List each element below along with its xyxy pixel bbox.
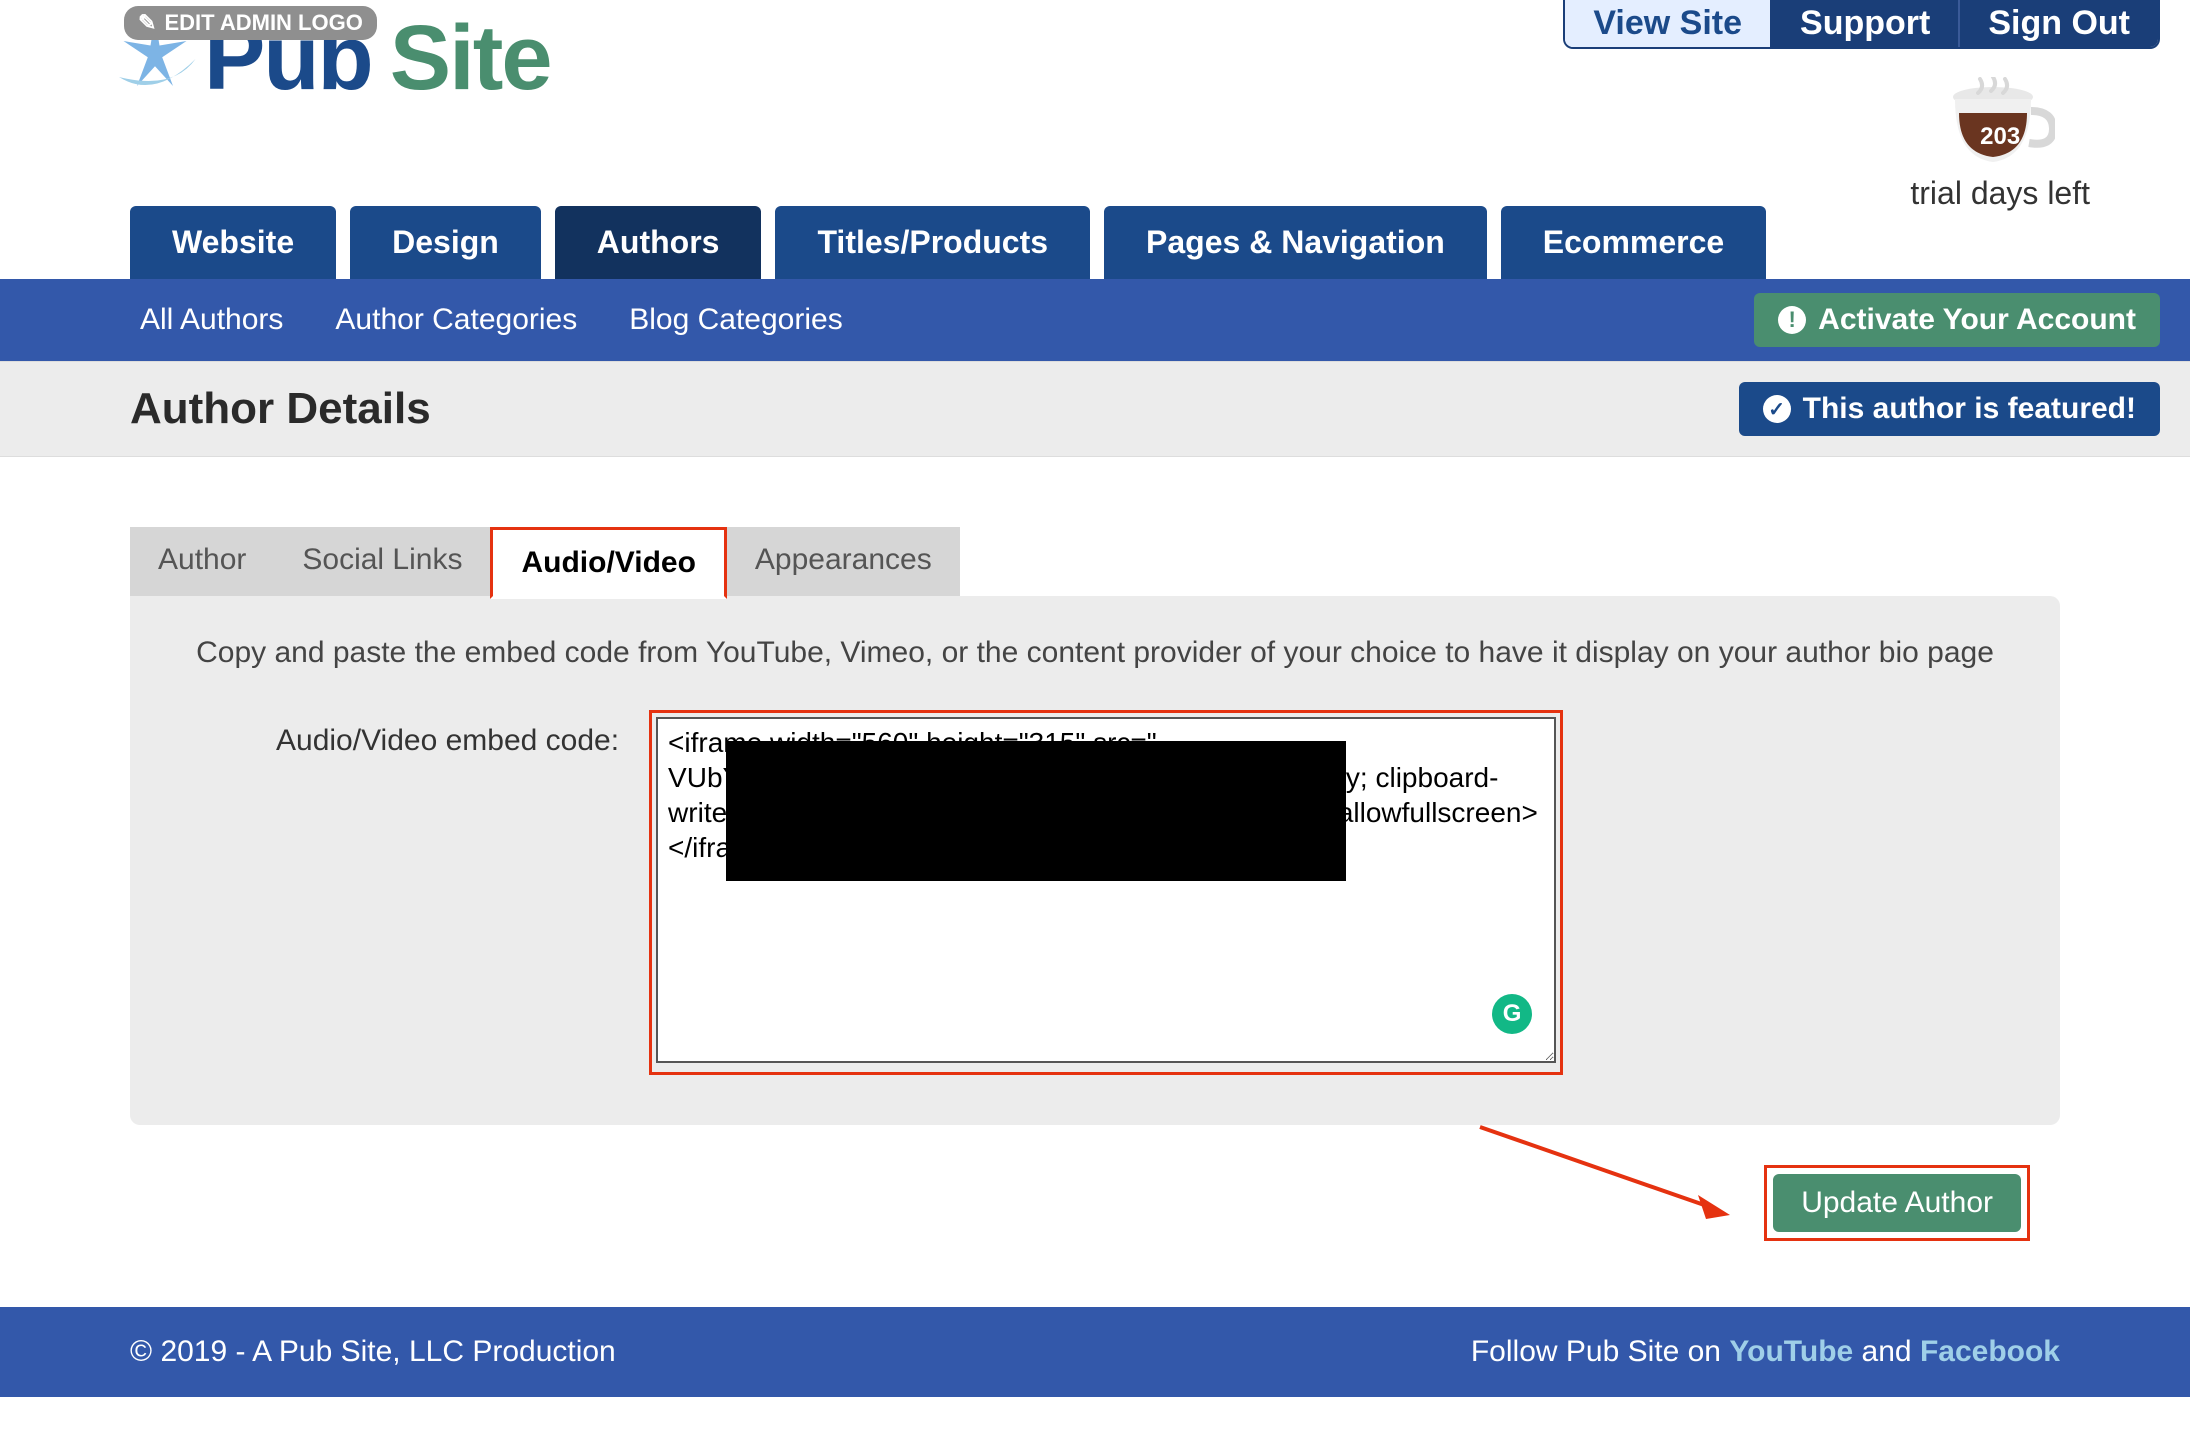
featured-label: This author is featured! [1803, 392, 2136, 426]
logo-area: ✎ EDIT ADMIN LOGO Pub Site [110, 0, 551, 111]
nav-authors[interactable]: Authors [555, 206, 762, 279]
activate-account-button[interactable]: ! Activate Your Account [1754, 293, 2160, 347]
embed-code-textarea[interactable] [656, 717, 1556, 1063]
page-title-bar: Author Details ✓ This author is featured… [0, 361, 2190, 457]
pencil-icon: ✎ [138, 10, 156, 36]
trial-days-widget: 203 trial days left [1910, 77, 2090, 212]
sub-nav-bar: All Authors Author Categories Blog Categ… [0, 279, 2190, 361]
edit-logo-label: EDIT ADMIN LOGO [164, 10, 362, 36]
update-author-button[interactable]: Update Author [1773, 1174, 2021, 1232]
subnav-author-categories[interactable]: Author Categories [335, 303, 577, 337]
coffee-cup-icon: 203 [1945, 77, 2055, 167]
top-utility-links: View Site Support Sign Out [1563, 0, 2160, 49]
tab-audio-video[interactable]: Audio/Video [490, 527, 726, 599]
nav-pages-navigation[interactable]: Pages & Navigation [1104, 206, 1487, 279]
nav-titles-products[interactable]: Titles/Products [775, 206, 1090, 279]
subnav-blog-categories[interactable]: Blog Categories [629, 303, 842, 337]
tab-author[interactable]: Author [130, 527, 274, 596]
check-circle-icon: ✓ [1763, 395, 1791, 423]
tab-social-links[interactable]: Social Links [274, 527, 490, 596]
footer-youtube-link[interactable]: YouTube [1729, 1335, 1853, 1368]
support-link[interactable]: Support [1772, 0, 1960, 47]
nav-website[interactable]: Website [130, 206, 336, 279]
author-tabs: Author Social Links Audio/Video Appearan… [130, 527, 2060, 596]
activate-label: Activate Your Account [1818, 303, 2136, 337]
tab-appearances[interactable]: Appearances [727, 527, 960, 596]
tab-panel: Copy and paste the embed code from YouTu… [130, 596, 2060, 1125]
embed-instructions: Copy and paste the embed code from YouTu… [166, 636, 2024, 670]
grammarly-icon[interactable]: G [1492, 994, 1532, 1034]
trial-days-count: 203 [1945, 123, 2055, 151]
footer: © 2019 - A Pub Site, LLC Production Foll… [0, 1307, 2190, 1397]
nav-ecommerce[interactable]: Ecommerce [1501, 206, 1766, 279]
embed-code-label: Audio/Video embed code: [276, 710, 619, 758]
embed-textarea-highlight: G [649, 710, 1563, 1075]
trial-days-label: trial days left [1910, 175, 2090, 212]
footer-facebook-link[interactable]: Facebook [1920, 1335, 2060, 1368]
update-button-highlight: Update Author [1764, 1165, 2030, 1241]
subnav-all-authors[interactable]: All Authors [140, 303, 283, 337]
footer-follow: Follow Pub Site on YouTube and Facebook [1471, 1335, 2060, 1369]
logo-text-site: Site [390, 6, 551, 111]
alert-icon: ! [1778, 306, 1806, 334]
annotation-arrow-icon [1470, 1117, 1750, 1237]
main-nav: Website Design Authors Titles/Products P… [0, 206, 2190, 279]
featured-badge: ✓ This author is featured! [1739, 382, 2160, 436]
edit-admin-logo-button[interactable]: ✎ EDIT ADMIN LOGO [124, 6, 377, 40]
footer-copyright: © 2019 - A Pub Site, LLC Production [130, 1335, 616, 1369]
nav-design[interactable]: Design [350, 206, 541, 279]
page-title: Author Details [130, 384, 431, 434]
sign-out-link[interactable]: Sign Out [1960, 0, 2158, 47]
view-site-link[interactable]: View Site [1565, 0, 1772, 47]
